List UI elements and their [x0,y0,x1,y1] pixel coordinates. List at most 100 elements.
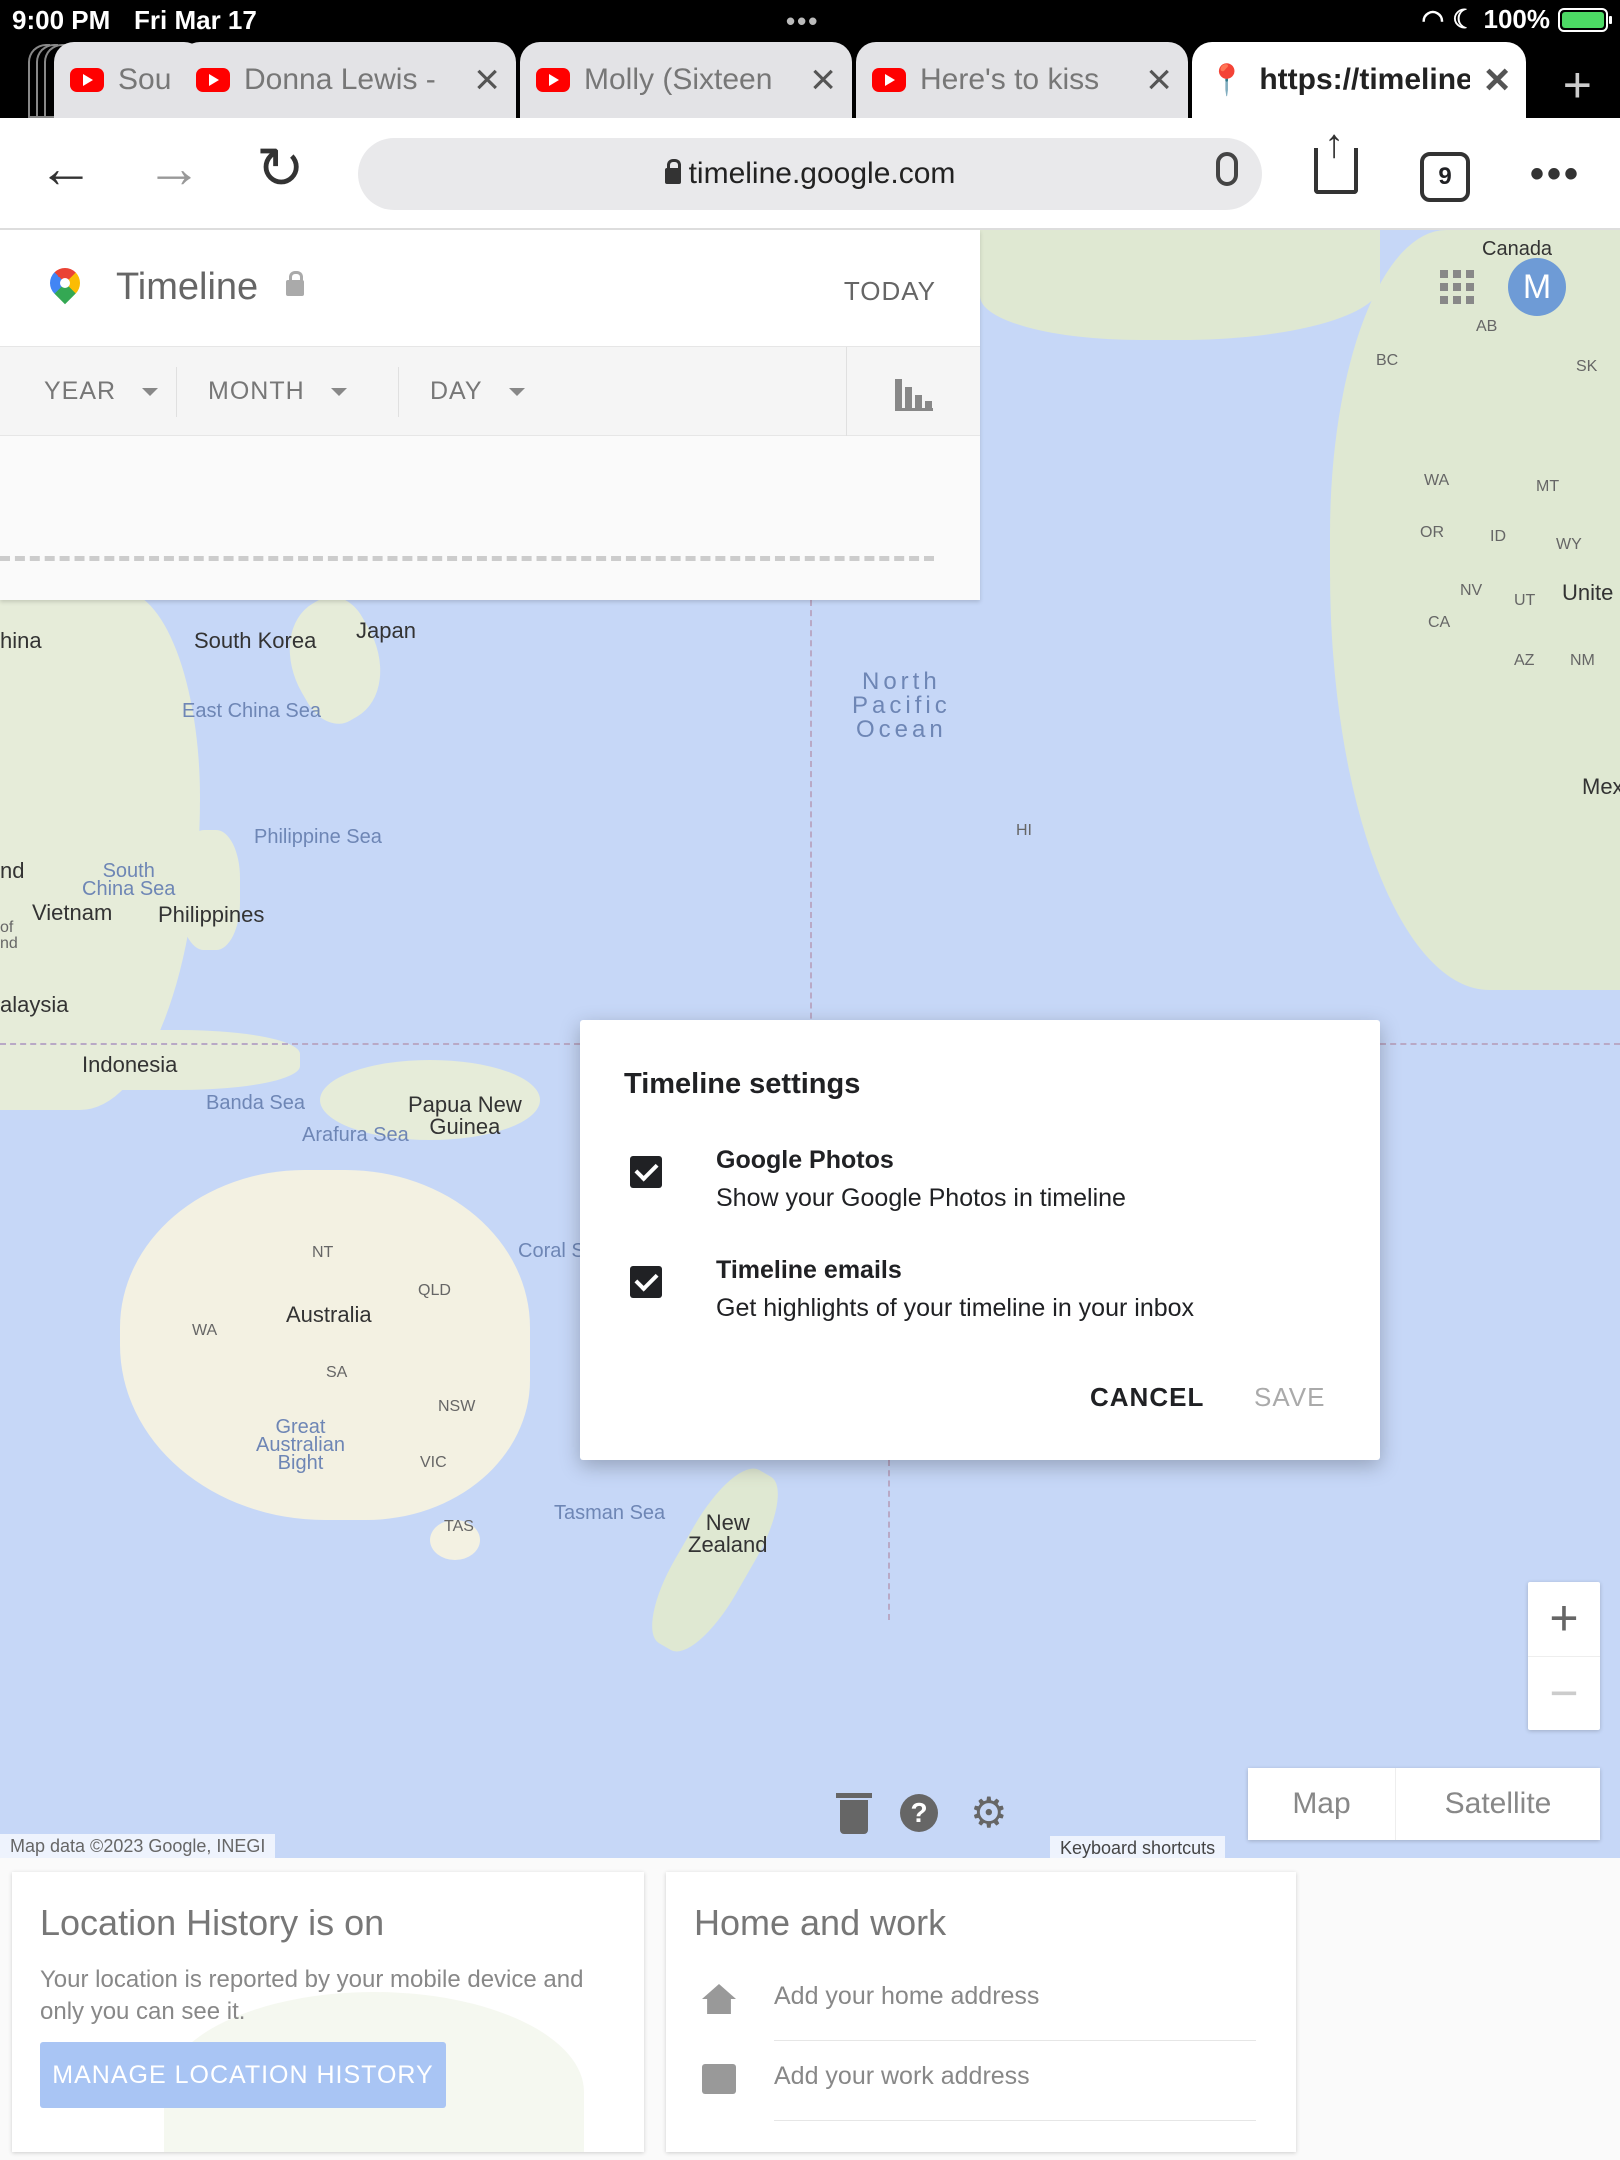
more-menu-icon[interactable]: ••• [1530,152,1581,197]
map-label: Vietnam [32,900,113,925]
map-label: hina [0,628,42,653]
cancel-button[interactable]: CANCEL [1090,1382,1204,1413]
timeline-settings-dialog: Timeline settings Google Photos Show you… [580,1020,1380,1460]
map-label: North Pacific Ocean [852,668,951,743]
map-label: Philippines [158,902,265,927]
map-label: NM [1570,652,1595,669]
year-dropdown[interactable]: YEAR [44,377,159,406]
date-filters: YEAR MONTH DAY [0,346,980,437]
work-address-row[interactable]: Add your work address [694,2052,1266,2130]
zoom-out-button[interactable]: − [1528,1656,1600,1730]
google-apps-icon[interactable] [1440,270,1474,304]
youtube-icon [70,68,104,92]
reload-icon[interactable]: ↻ [256,140,305,198]
tab-donna-lewis[interactable]: Donna Lewis - × [180,42,516,118]
map-label: BC [1376,352,1399,369]
tab-title: Donna Lewis - [244,63,436,96]
timeline-dashed-line [0,556,934,561]
map-action-icons: ? ⚙ [836,1792,1008,1834]
map-label: CA [1428,614,1451,631]
tab-title: Here's to kiss [920,63,1100,96]
forward-icon[interactable]: → [146,140,202,196]
year-label: YEAR [44,377,117,405]
date-line-south [888,1460,890,1620]
gear-icon[interactable]: ⚙ [970,1792,1008,1834]
account-avatar[interactable]: M [1508,258,1566,316]
timeline-title: Timeline [116,266,259,308]
map-label: Unite [1562,580,1614,605]
tab-strip: Sou Donna Lewis - × Molly (Sixteen × Her… [0,40,1620,118]
tab-count-button[interactable]: 9 [1420,152,1470,202]
tab-title: Sou [118,63,172,96]
tab-title: Molly (Sixteen [584,63,773,96]
zoom-in-button[interactable]: + [1528,1582,1600,1656]
youtube-icon [536,68,570,92]
option-description: Get highlights of your timeline in your … [716,1294,1195,1322]
map-type-map-button[interactable]: Map [1248,1768,1396,1840]
keyboard-shortcuts-link[interactable]: Keyboard shortcuts [1050,1836,1226,1858]
status-indicators: ◠ ☾ 100% [1422,4,1612,35]
today-button[interactable]: TODAY [844,276,936,307]
map-label: OR [1420,524,1444,541]
map-label: of nd [0,919,18,952]
map-label: QLD [418,1282,451,1299]
browser-toolbar: ← → ↻ timeline.google.com 9 ••• [0,118,1620,230]
google-maps-pin-icon: 📍 [1208,63,1246,97]
map-label: WA [1424,472,1450,489]
map-label: NV [1460,582,1483,599]
month-dropdown[interactable]: MONTH [208,377,347,406]
map-canvas[interactable]: Canada AB BC SK WA MT OR ID WY NV UT Uni… [0,230,1620,1858]
trash-icon[interactable] [836,1793,872,1834]
microphone-icon[interactable] [1216,152,1238,186]
chevron-down-icon [508,388,525,397]
map-label: alaysia [0,992,69,1017]
philippines-landmass [180,830,240,950]
status-time: 9:00 PM [12,5,111,35]
close-tab-icon[interactable]: × [1484,58,1510,102]
google-photos-checkbox[interactable] [630,1156,662,1188]
divider [398,367,399,417]
home-and-work-card: Home and work Add your home address Add … [666,1872,1296,2152]
map-attribution: Map data ©2023 Google, INEGI [0,1834,276,1858]
option-title: Google Photos [716,1146,894,1174]
address-bar[interactable]: timeline.google.com [358,138,1262,210]
map-label: TAS [444,1518,474,1535]
map-label: SA [326,1364,348,1381]
back-icon[interactable]: ← [38,140,94,196]
new-tab-icon[interactable]: + [1563,56,1592,114]
manage-location-history-button[interactable]: MANAGE LOCATION HISTORY [40,2042,446,2108]
tab-heres-to-kiss[interactable]: Here's to kiss × [856,42,1188,118]
map-label: Papua New Guinea [408,1092,522,1139]
divider [774,2120,1256,2121]
map-label: WA [192,1322,218,1339]
battery-percent: 100% [1483,4,1551,34]
map-label: South Korea [194,628,317,653]
tab-title: https://timeline [1259,63,1471,96]
day-dropdown[interactable]: DAY [430,377,525,406]
close-tab-icon[interactable]: × [474,58,500,102]
timeline-emails-checkbox[interactable] [630,1266,662,1298]
map-label: UT [1514,592,1536,609]
map-label: HI [1016,822,1032,839]
map-type-satellite-button[interactable]: Satellite [1396,1768,1600,1840]
map-label: ID [1490,528,1506,545]
tab-timeline[interactable]: 📍 https://timeline × [1192,42,1526,118]
lock-icon [664,159,681,184]
map-label: Australia [286,1302,372,1327]
multitasking-dots-icon[interactable]: ••• [786,6,819,37]
help-icon[interactable]: ? [900,1794,938,1832]
google-maps-pin-icon [43,261,87,305]
tab-molly[interactable]: Molly (Sixteen × [520,42,852,118]
save-button[interactable]: SAVE [1254,1382,1325,1413]
share-icon[interactable] [1314,122,1358,194]
home-address-row[interactable]: Add your home address [694,1972,1266,2050]
map-label: New Zealand [688,1510,768,1557]
zoom-controls: + − [1528,1582,1600,1730]
card-description: Your location is reported by your mobile… [40,1966,584,2025]
map-label: East China Sea [182,700,321,722]
map-label: MT [1536,478,1560,495]
dialog-title: Timeline settings [624,1068,861,1100]
bar-chart-icon[interactable] [846,347,980,437]
close-tab-icon[interactable]: × [1146,58,1172,102]
close-tab-icon[interactable]: × [810,58,836,102]
